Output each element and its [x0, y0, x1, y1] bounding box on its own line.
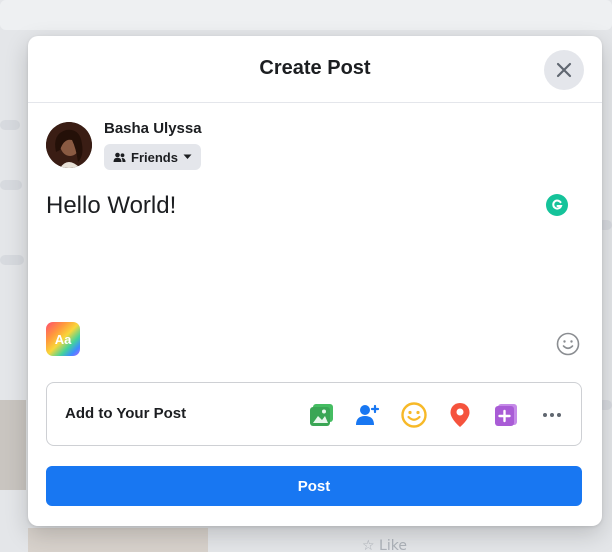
audience-label: Friends — [131, 149, 178, 165]
background-text-line — [0, 255, 24, 265]
background-text-line — [0, 120, 20, 130]
post-text-input[interactable]: Hello World! — [46, 192, 526, 220]
add-to-post-label: Add to Your Post — [65, 405, 187, 422]
background-photo — [28, 528, 208, 552]
author-name[interactable]: Basha Ulyssa — [104, 120, 202, 137]
chevron-down-icon — [183, 154, 192, 159]
emoji-picker-button[interactable] — [556, 332, 580, 356]
gif-icon — [495, 404, 517, 426]
dialog-title: Create Post — [259, 57, 371, 79]
grammarly-icon — [552, 199, 563, 210]
post-button[interactable]: Post — [46, 466, 582, 506]
check-in-icon — [450, 403, 470, 427]
audience-selector-button[interactable]: Friends — [104, 144, 201, 170]
tag-people-button[interactable] — [351, 398, 385, 432]
background-like-label: ☆ Like — [362, 538, 407, 552]
add-to-post-bar: Add to Your Post — [46, 382, 582, 446]
gif-button[interactable] — [489, 398, 523, 432]
more-icon — [543, 413, 561, 417]
smiley-icon — [556, 332, 580, 356]
photo-video-icon — [310, 404, 333, 426]
avatar — [46, 122, 92, 168]
background-text-line — [0, 180, 22, 190]
photo-video-button[interactable] — [305, 398, 339, 432]
tag-people-icon — [356, 404, 380, 425]
feeling-icon — [401, 402, 427, 428]
check-in-button[interactable] — [443, 398, 477, 432]
create-post-dialog: Create Post Basha Ulyssa Friends Hello W… — [28, 36, 602, 526]
friends-icon — [113, 152, 126, 162]
dialog-header: Create Post — [28, 36, 602, 103]
add-to-post-icons — [305, 398, 569, 432]
background-top-bar — [0, 0, 612, 30]
feeling-activity-button[interactable] — [397, 398, 431, 432]
close-button[interactable] — [544, 50, 584, 90]
background-color-picker-button[interactable]: Aa — [46, 322, 80, 356]
background-picker-label: Aa — [54, 331, 72, 347]
more-options-button[interactable] — [535, 398, 569, 432]
avatar-photo-icon — [46, 122, 92, 168]
background-photo — [0, 400, 26, 490]
grammarly-button[interactable] — [546, 194, 568, 216]
close-icon — [556, 62, 572, 78]
